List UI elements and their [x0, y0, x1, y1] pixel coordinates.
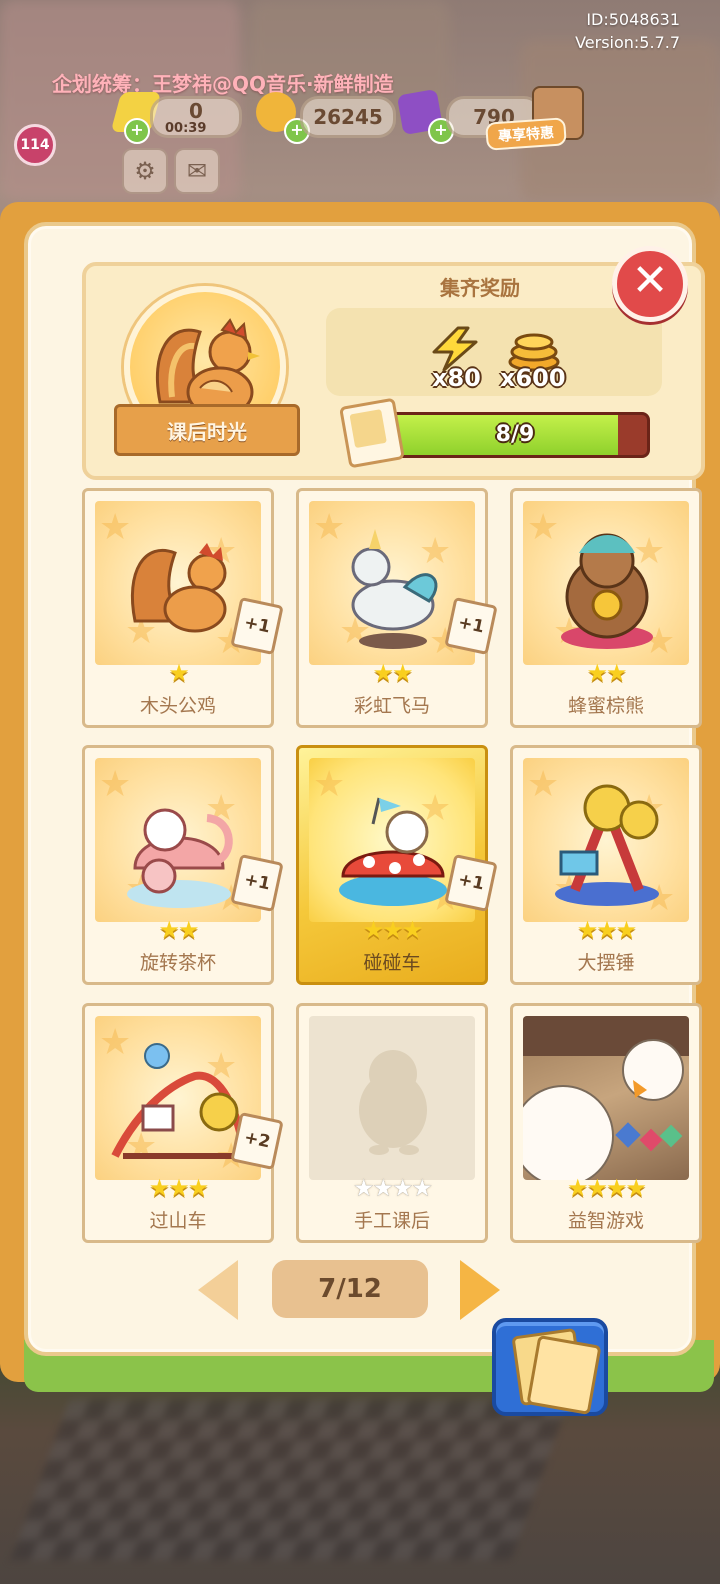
star-icon: ★ — [178, 916, 199, 944]
reward-energy-amount: x80 — [432, 364, 481, 392]
star-icon: ★ — [586, 659, 607, 687]
star-icon: ★ — [382, 916, 403, 944]
card-name: 大摆锤 — [577, 952, 635, 974]
close-button[interactable]: ✕ — [612, 246, 688, 322]
star-icon: ★ — [576, 916, 598, 944]
album-title: 课后时光 — [167, 419, 247, 444]
star-icon: ★ — [596, 916, 617, 944]
card-name: 蜂蜜棕熊 — [567, 695, 644, 717]
album-progress-bar: 8/9 — [380, 412, 650, 458]
page-indicator: 7/12 — [272, 1260, 428, 1318]
reward-box — [326, 308, 662, 396]
prev-page-button[interactable] — [198, 1260, 238, 1320]
star-icon: ★ — [372, 659, 393, 687]
settings-gear-icon[interactable]: ⚙ — [122, 148, 168, 194]
star-icon: ★ — [168, 1174, 189, 1202]
card-name: 旋转茶杯 — [139, 952, 216, 974]
coins-counter: 26245 — [300, 96, 396, 138]
locked-silhouette-icon — [359, 1050, 427, 1155]
card-artwork — [309, 1016, 475, 1180]
honey-bear-icon — [561, 533, 653, 649]
star-icon: ★ — [352, 1174, 374, 1202]
card-stars: ★★★ — [85, 1174, 271, 1202]
card-name: 益智游戏 — [567, 1210, 644, 1232]
collection-card[interactable]: ★★★★★木头公鸡+1 — [82, 488, 284, 728]
star-icon: ★ — [586, 1174, 607, 1202]
star-icon: ★ — [411, 1174, 433, 1202]
star-icon: ★ — [148, 1174, 170, 1202]
star-icon: ★ — [606, 1174, 627, 1202]
card-artwork — [523, 1016, 689, 1180]
build-id: ID:5048631 — [586, 10, 680, 29]
collection-card[interactable]: ★★★★★★彩虹飞马+1 — [296, 488, 498, 728]
version-text: Version:5.7.7 — [575, 33, 680, 52]
energy-value: 0 — [189, 99, 203, 123]
collection-card[interactable]: ★★★★★★★碰碰车+1 — [296, 745, 498, 985]
star-icon: ★ — [401, 916, 423, 944]
credit-text: 企划统筹：王梦祎@QQ音乐·新鲜制造 — [52, 72, 394, 96]
star-icon: ★ — [625, 1174, 647, 1202]
photo-card-icon — [339, 397, 405, 469]
album-title-ribbon: 课后时光 — [114, 404, 300, 456]
card-name: 碰碰车 — [363, 952, 421, 974]
collection-card[interactable]: ★★★★★★★过山车+2 — [82, 1003, 284, 1243]
puzzle-game-photo-icon — [523, 1016, 689, 1180]
star-icon: ★ — [606, 659, 627, 687]
version-info: ID:5048631 Version:5.7.7 — [575, 8, 680, 54]
reward-coin-amount: x600 — [500, 364, 566, 392]
star-icon: ★ — [392, 1174, 413, 1202]
card-artwork: ★★★★ — [523, 501, 689, 665]
star-icon: ★ — [372, 1174, 393, 1202]
card-stars: ★★★★ — [299, 1174, 485, 1202]
sale-badge[interactable]: 專享特惠 — [485, 117, 567, 151]
card-name: 木头公鸡 — [139, 695, 216, 717]
card-album-button[interactable] — [492, 1318, 608, 1416]
collection-card[interactable]: ★★★★ 手工课后 — [296, 1003, 488, 1243]
card-stars: ★★ — [299, 659, 485, 687]
card-name: 手工课后 — [353, 1210, 430, 1232]
star-icon: ★ — [566, 1174, 588, 1202]
card-artwork: ★★★★ — [523, 758, 689, 922]
collection-card[interactable]: ★★★★ 益智游戏 — [510, 1003, 702, 1243]
star-icon: ★ — [615, 916, 637, 944]
collection-card[interactable]: ★★★★★★★大摆锤 — [510, 745, 702, 985]
card-stars: ★★★★ — [513, 1174, 699, 1202]
album-card-icon — [526, 1334, 602, 1416]
mail-icon[interactable]: ✉ — [174, 148, 220, 194]
star-icon: ★ — [187, 1174, 209, 1202]
coins-value: 26245 — [313, 105, 383, 129]
star-icon: ★ — [158, 916, 179, 944]
level-badge[interactable]: 114 — [14, 124, 56, 166]
album-progress-text: 8/9 — [495, 422, 535, 447]
card-stars: ★★★ — [299, 916, 485, 944]
star-icon: ★ — [392, 659, 413, 687]
pendulum-ride-icon — [555, 784, 659, 906]
next-page-button[interactable] — [460, 1260, 500, 1320]
collection-card[interactable]: ★★★★★★旋转茶杯+1 — [82, 745, 284, 985]
card-name: 过山车 — [149, 1210, 207, 1232]
card-name: 彩虹飞马 — [353, 695, 430, 717]
energy-timer: 00:39 — [165, 121, 207, 136]
card-stars: ★ — [85, 659, 271, 687]
card-stars: ★★ — [513, 659, 699, 687]
card-stars: ★★ — [85, 916, 271, 944]
collection-card[interactable]: ★★★★★★ 蜂蜜棕熊 — [510, 488, 702, 728]
star-icon: ★ — [362, 916, 384, 944]
star-icon: ★ — [168, 659, 189, 687]
card-stars: ★★★ — [513, 916, 699, 944]
reward-title: 集齐奖励 — [440, 276, 520, 300]
energy-plus-button[interactable]: + — [124, 118, 150, 144]
